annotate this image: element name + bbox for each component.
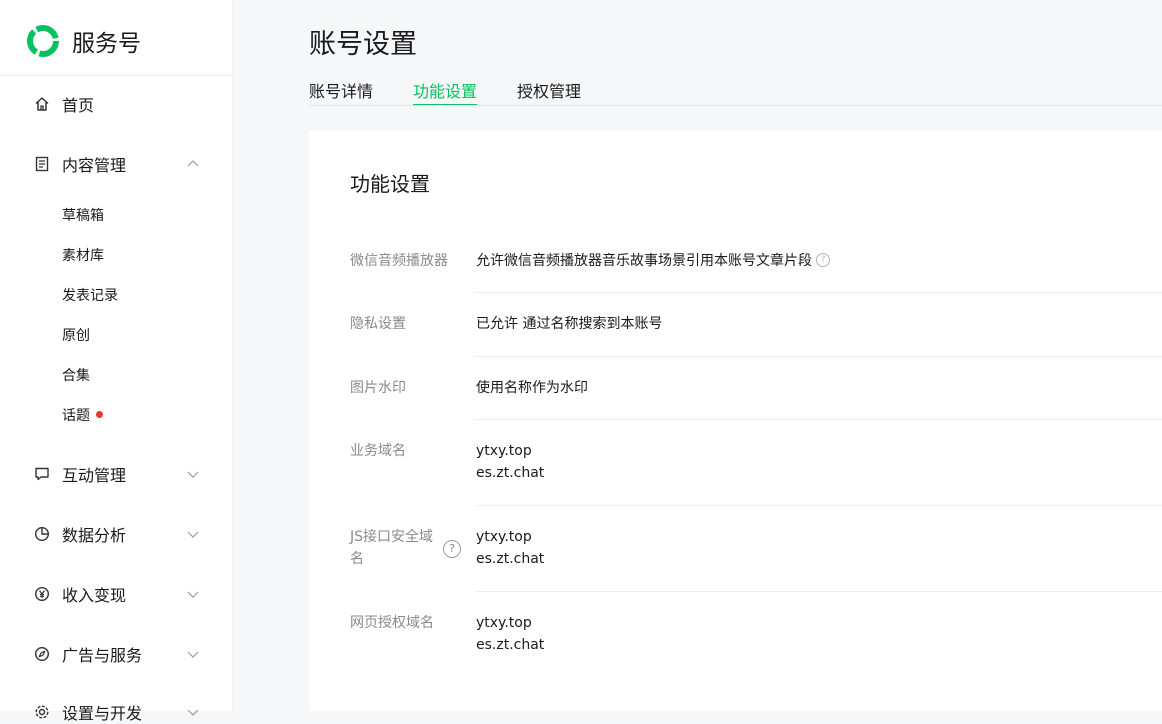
row-label-watermark: 图片水印 bbox=[350, 380, 406, 396]
row-divider bbox=[476, 356, 1162, 357]
sidebar: 服务号 首页 内容管理 草稿箱 素材库 发表记录 原创 合集 话题 互动管理 数… bbox=[0, 0, 233, 723]
row-divider bbox=[476, 505, 1162, 506]
compass-icon bbox=[33, 645, 51, 663]
sidebar-item-label: 广告与服务 bbox=[62, 646, 143, 665]
row-value-business-domain-1: ytxy.top bbox=[476, 443, 532, 459]
sidebar-subitem-publish-history[interactable]: 发表记录 bbox=[62, 286, 118, 306]
brand[interactable]: 服务号 bbox=[27, 24, 141, 58]
sidebar-item-monetization[interactable]: 收入变现 bbox=[33, 582, 203, 606]
chevron-down-icon bbox=[187, 709, 199, 716]
brand-divider bbox=[0, 75, 232, 76]
gear-icon bbox=[33, 703, 51, 721]
row-value-privacy: 已允许 通过名称搜索到本账号 bbox=[476, 316, 663, 332]
sidebar-item-settings-dev[interactable]: 设置与开发 bbox=[33, 700, 203, 724]
row-label-oauth-domain: 网页授权域名 bbox=[350, 615, 434, 631]
pie-chart-icon bbox=[33, 525, 51, 543]
sidebar-item-ads-services[interactable]: 广告与服务 bbox=[33, 642, 203, 666]
row-value-watermark: 使用名称作为水印 bbox=[476, 380, 588, 396]
sidebar-subitem-topics[interactable]: 话题 bbox=[62, 406, 103, 426]
chevron-down-icon bbox=[187, 531, 199, 538]
help-icon[interactable]: ? bbox=[443, 540, 461, 558]
section-title: 功能设置 bbox=[350, 172, 430, 196]
chevron-up-icon bbox=[187, 160, 199, 167]
tab-authorization-management[interactable]: 授权管理 bbox=[517, 78, 581, 102]
row-label-audio-player: 微信音频播放器 bbox=[350, 253, 448, 269]
sidebar-item-content[interactable]: 内容管理 bbox=[33, 152, 203, 176]
brand-name: 服务号 bbox=[72, 31, 141, 57]
row-value-text: 允许微信音频播放器音乐故事场景引用本账号文章片段 bbox=[476, 253, 812, 269]
notification-dot bbox=[96, 410, 103, 418]
home-icon bbox=[33, 95, 51, 113]
help-icon[interactable]: ? bbox=[816, 253, 830, 267]
sidebar-item-label: 设置与开发 bbox=[62, 704, 143, 723]
sidebar-subitem-drafts[interactable]: 草稿箱 bbox=[62, 206, 104, 226]
sidebar-item-label: 内容管理 bbox=[62, 156, 127, 175]
row-divider bbox=[476, 591, 1162, 592]
row-value-js-domain-2: es.zt.chat bbox=[476, 551, 545, 567]
row-value-audio-player: 允许微信音频播放器音乐故事场景引用本账号文章片段? bbox=[476, 250, 830, 272]
chevron-down-icon bbox=[187, 651, 199, 658]
chevron-down-icon bbox=[187, 591, 199, 598]
row-value-oauth-domain-1: ytxy.top bbox=[476, 615, 532, 631]
row-value-business-domain-2: es.zt.chat bbox=[476, 465, 545, 481]
sidebar-subitem-collections[interactable]: 合集 bbox=[62, 366, 90, 386]
document-icon bbox=[33, 155, 51, 173]
sidebar-item-interaction[interactable]: 互动管理 bbox=[33, 462, 203, 486]
row-value-oauth-domain-2: es.zt.chat bbox=[476, 637, 545, 653]
row-divider bbox=[476, 419, 1162, 420]
sidebar-subitem-label: 话题 bbox=[62, 408, 90, 424]
sidebar-item-home[interactable]: 首页 bbox=[33, 92, 203, 116]
page-title: 账号设置 bbox=[309, 29, 417, 60]
sidebar-item-analytics[interactable]: 数据分析 bbox=[33, 522, 203, 546]
row-divider bbox=[476, 292, 1162, 293]
tab-account-details[interactable]: 账号详情 bbox=[309, 78, 373, 102]
tab-bar-divider bbox=[309, 105, 1162, 106]
sidebar-item-label: 首页 bbox=[62, 96, 95, 115]
wechat-service-logo-icon bbox=[27, 25, 59, 57]
sidebar-item-label: 互动管理 bbox=[62, 466, 127, 485]
row-label-business-domain: 业务域名 bbox=[350, 443, 406, 459]
feature-settings-card: 功能设置 微信音频播放器 允许微信音频播放器音乐故事场景引用本账号文章片段? 隐… bbox=[309, 130, 1162, 711]
tab-feature-settings[interactable]: 功能设置 bbox=[413, 78, 477, 102]
row-label-js-domain-cont: 名 bbox=[350, 551, 364, 567]
row-label-js-domain: JS接口安全域 bbox=[350, 529, 434, 545]
row-value-js-domain-1: ytxy.top bbox=[476, 529, 532, 545]
yen-coin-icon bbox=[33, 585, 51, 603]
sidebar-item-label: 数据分析 bbox=[62, 526, 127, 545]
sidebar-subitem-materials[interactable]: 素材库 bbox=[62, 246, 104, 266]
chevron-down-icon bbox=[187, 471, 199, 478]
sidebar-subitem-original[interactable]: 原创 bbox=[62, 326, 90, 346]
sidebar-item-label: 收入变现 bbox=[62, 586, 127, 605]
chat-icon bbox=[33, 465, 51, 483]
row-label-privacy: 隐私设置 bbox=[350, 316, 406, 332]
